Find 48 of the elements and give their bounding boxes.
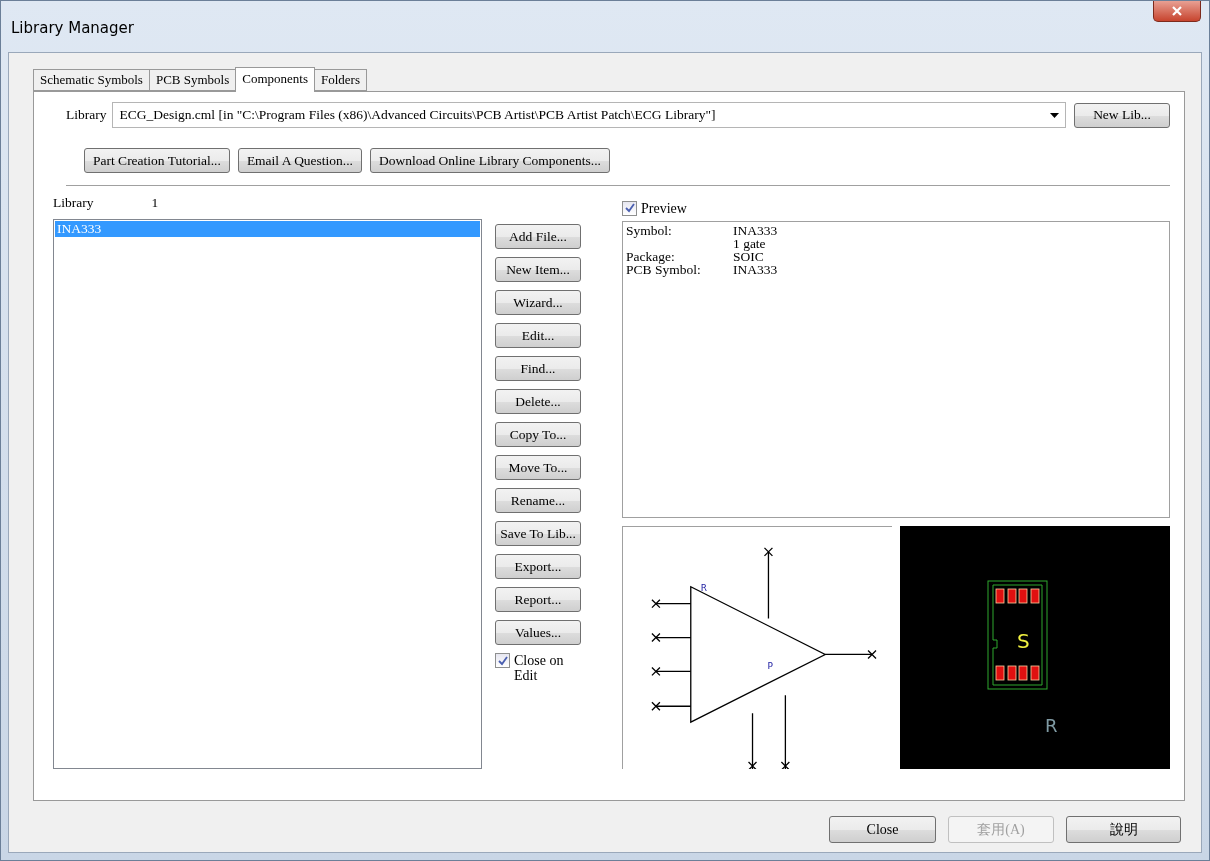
close-icon <box>1171 6 1183 16</box>
action-button[interactable]: Find... <box>495 356 581 381</box>
action-button[interactable]: Edit... <box>495 323 581 348</box>
preview-checkbox[interactable] <box>622 200 637 216</box>
checkbox-label: Close on Edit <box>514 653 565 683</box>
pin-label: P <box>767 661 773 672</box>
action-button[interactable]: Add File... <box>495 224 581 249</box>
footprint-label: R <box>1045 715 1058 736</box>
close-on-edit-checkbox[interactable] <box>495 653 510 668</box>
tab[interactable]: PCB Symbols <box>148 69 237 91</box>
new-library-button[interactable]: New Lib... <box>1074 102 1170 128</box>
action-button[interactable]: Copy To... <box>495 422 581 447</box>
dropdown-caret-icon <box>1050 112 1059 118</box>
property-label: Package: <box>626 250 675 263</box>
action-button[interactable]: Wizard... <box>495 290 581 315</box>
property-label: PCB Symbol: <box>626 263 702 276</box>
item-count: 1 <box>151 195 159 212</box>
pin-label: R <box>700 582 707 593</box>
action-button[interactable]: New Item... <box>495 257 581 282</box>
dialog-button[interactable]: Close <box>829 816 936 843</box>
property-label: Symbol: <box>626 224 673 237</box>
tab[interactable]: Folders <box>314 69 367 91</box>
action-button[interactable]: Values... <box>495 620 581 645</box>
dialog-button[interactable]: 說明 <box>1066 816 1181 843</box>
tab[interactable]: Components <box>235 67 315 92</box>
property-value: 1 gate <box>733 237 767 250</box>
window-title: Library Manager <box>11 19 134 37</box>
help-button[interactable]: Download Online Library Components... <box>370 148 610 173</box>
checkbox-label: Preview <box>641 200 687 216</box>
checkmark-icon <box>497 655 508 666</box>
list-label: Library <box>53 195 94 212</box>
tab[interactable]: Schematic Symbols <box>33 69 150 91</box>
action-button[interactable]: Move To... <box>495 455 581 480</box>
close-button[interactable] <box>1153 1 1201 22</box>
footprint-label: S <box>1017 629 1030 653</box>
action-button[interactable]: Report... <box>495 587 581 612</box>
action-button[interactable]: Delete... <box>495 389 581 414</box>
library-label: Library <box>66 107 107 123</box>
action-button[interactable]: Export... <box>495 554 581 579</box>
action-button[interactable]: Save To Lib... <box>495 521 581 546</box>
action-button[interactable]: Rename... <box>495 488 581 513</box>
help-button[interactable]: Email A Question... <box>237 148 362 173</box>
library-dropdown[interactable]: ECG_Design.cml [in "C:\Program Files (x86)\Advanced Circuits\PCB Artist\PCB Artist Patch\ECG Library"] <box>112 102 1066 128</box>
checkmark-icon <box>624 203 635 213</box>
property-value: INA333 <box>733 224 779 237</box>
help-button[interactable]: Part Creation Tutorial... <box>84 148 230 173</box>
property-value: INA333 <box>733 263 779 276</box>
property-value: SOIC <box>733 250 764 263</box>
